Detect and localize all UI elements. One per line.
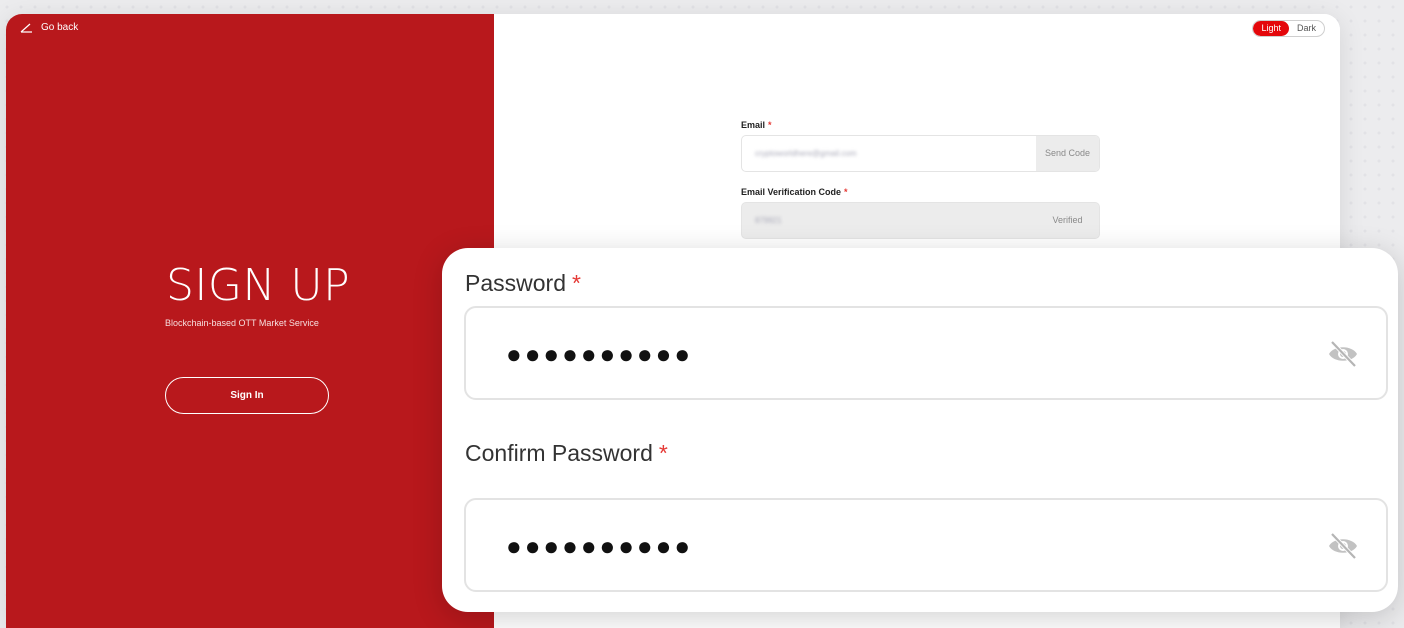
theme-light-option[interactable]: Light bbox=[1253, 21, 1289, 36]
verification-code-label-text: Email Verification Code bbox=[741, 187, 842, 197]
confirm-password-label: Confirm Password * bbox=[465, 440, 668, 467]
page-title: SIGN UP bbox=[166, 260, 351, 311]
eye-off-icon[interactable] bbox=[1326, 531, 1360, 561]
email-label: Email * bbox=[741, 120, 772, 130]
theme-toggle[interactable]: Light Dark bbox=[1252, 20, 1325, 37]
confirm-password-label-text: Confirm Password bbox=[465, 440, 653, 466]
page-subtitle: Blockchain-based OTT Market Service bbox=[165, 318, 319, 328]
go-back-link[interactable]: Go back bbox=[20, 22, 78, 33]
verification-code-field: 879921 Verified bbox=[741, 202, 1100, 239]
confirm-required-mark: * bbox=[658, 440, 668, 466]
sign-in-button[interactable]: Sign In bbox=[165, 377, 329, 414]
go-back-label: Go back bbox=[41, 22, 79, 33]
confirm-password-mask: ●●●●●●●●●● bbox=[506, 531, 694, 561]
verified-status: Verified bbox=[1036, 203, 1099, 238]
email-input[interactable]: cryptoworldhere@gmail.com bbox=[742, 136, 1036, 171]
brand-panel: Go back SIGN UP Blockchain-based OTT Mar… bbox=[6, 14, 494, 628]
password-zoom-callout: Password * ●●●●●●●●●● Confirm Password * ●… bbox=[442, 248, 1398, 612]
email-field[interactable]: cryptoworldhere@gmail.com Send Code bbox=[741, 135, 1100, 172]
password-label: Password * bbox=[465, 270, 581, 297]
password-mask: ●●●●●●●●●● bbox=[506, 339, 694, 369]
password-required-mark: * bbox=[571, 270, 581, 296]
email-label-text: Email bbox=[741, 120, 766, 130]
eye-off-icon[interactable] bbox=[1326, 339, 1360, 369]
verification-code-label: Email Verification Code * bbox=[741, 187, 848, 197]
password-input[interactable]: ●●●●●●●●●● bbox=[464, 306, 1388, 400]
verification-code-input: 879921 bbox=[755, 216, 782, 225]
send-code-button[interactable]: Send Code bbox=[1036, 136, 1099, 171]
password-label-text: Password bbox=[465, 270, 566, 296]
arrow-back-icon bbox=[20, 23, 32, 33]
theme-dark-option[interactable]: Dark bbox=[1289, 21, 1324, 36]
confirm-password-input[interactable]: ●●●●●●●●●● bbox=[464, 498, 1388, 592]
code-required-mark: * bbox=[844, 187, 848, 197]
email-required-mark: * bbox=[768, 120, 772, 130]
